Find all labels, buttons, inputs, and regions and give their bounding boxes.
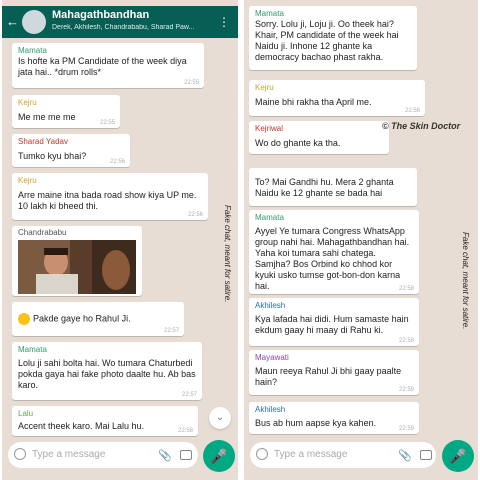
watermark-logo: © The Skin Doctor: [382, 121, 461, 131]
message-time: 22:58: [398, 338, 414, 344]
message-bubble: Kejriwal Wo do ghante ka tha.: [249, 121, 389, 154]
camera-icon[interactable]: [180, 450, 192, 460]
message-text: Accent theek karo. Mai Lalu hu.: [18, 421, 145, 431]
message-text: Bus ab hum aapse kya kahen.: [255, 418, 377, 428]
message-time: 22:56: [404, 108, 420, 114]
avatar[interactable]: [22, 10, 46, 34]
message-time: 22:56: [109, 159, 125, 165]
message-sender: Kejru: [255, 83, 274, 92]
message-sender: Sharad Yadav: [18, 137, 68, 146]
message-sender: Mamata: [18, 46, 47, 55]
message-time: 22:57: [163, 328, 179, 334]
message-sender: Kejru: [18, 176, 37, 185]
message-time: 22:56: [187, 212, 203, 218]
message-input[interactable]: Type a message 📎: [8, 442, 198, 468]
laughing-face-icon: [18, 313, 30, 325]
shared-photo[interactable]: [18, 240, 136, 294]
mic-button[interactable]: 🎤: [203, 440, 235, 472]
message-bubble: Sharad Yadav Tumko kyu bhai? 22:56: [12, 134, 130, 167]
message-placeholder: Type a message: [274, 449, 348, 460]
microphone-icon: 🎤: [210, 448, 228, 464]
menu-icon[interactable]: ⋮: [218, 15, 230, 29]
message-text: Maun reeya Rahul Ji bhi gaay paalte hain…: [255, 366, 402, 387]
message-time: 22:58: [398, 286, 414, 292]
message-text: Is hofte ka PM Candidate of the week diy…: [18, 56, 187, 77]
message-sender: Kejru: [18, 98, 37, 107]
message-text: Maine bhi rakha tha April me.: [255, 97, 372, 107]
scroll-down-button[interactable]: ⌄: [209, 407, 231, 429]
message-text: To? Mai Gandhi hu. Mera 2 ghanta Naidu k…: [255, 177, 394, 198]
message-time: 22:55: [183, 80, 199, 86]
message-text: Wo do ghante ka tha.: [255, 138, 341, 148]
message-sender: Mamata: [255, 9, 284, 18]
message-bubble: Mamata Sorry. Lolu ji, Loju ji. Oo theek…: [249, 6, 417, 70]
message-text: Sorry. Lolu ji, Loju ji. Oo theek hai? K…: [255, 19, 399, 62]
message-time: 22:57: [181, 392, 197, 398]
message-text: Ayyel Ye tumara Congress WhatsApp group …: [255, 226, 410, 291]
message-bubble: Kejru Arre maine itna bada road show kiy…: [12, 173, 208, 220]
message-text: Tumko kyu bhai?: [18, 151, 87, 161]
message-sender: Kejriwal: [255, 124, 284, 133]
smiley-icon[interactable]: [14, 448, 26, 460]
message-text: Arre maine itna bada road show kiya UP m…: [18, 190, 197, 211]
paperclip-icon[interactable]: 📎: [158, 449, 172, 462]
paperclip-icon[interactable]: 📎: [398, 449, 412, 462]
message-time: 22:55: [99, 120, 115, 126]
message-text: Kya lafada hai didi. Hum samaste hain ek…: [255, 314, 409, 335]
right-chat-panel: Mamata Sorry. Lolu ji, Loju ji. Oo theek…: [244, 0, 478, 480]
message-sender: Akhilesh: [255, 301, 286, 310]
message-sender: Chandrababu: [18, 228, 67, 237]
microphone-icon: 🎤: [449, 448, 467, 464]
message-text: Lolu ji sahi bolta hai. Wo tumara Chatur…: [18, 358, 196, 390]
satire-watermark: Fake chat, meant for satire.: [461, 232, 470, 330]
left-chat-panel: ← Mahagathbandhan Derek, Akhilesh, Chand…: [2, 0, 238, 480]
shared-photo-image: [18, 240, 136, 294]
message-bubble: Akhilesh Bus ab hum aapse kya kahen. 22:…: [249, 402, 419, 434]
back-arrow-icon[interactable]: ←: [6, 14, 19, 29]
message-sender: Mamata: [255, 213, 284, 222]
message-bubble: Mamata Ayyel Ye tumara Congress WhatsApp…: [249, 210, 419, 294]
message-sender: Akhilesh: [255, 405, 286, 414]
message-bubble: To? Mai Gandhi hu. Mera 2 ghanta Naidu k…: [249, 168, 417, 206]
message-sender: Mayawati: [255, 353, 289, 362]
message-bubble: Kejru Maine bhi rakha tha April me. 22:5…: [249, 80, 425, 116]
message-time: 22:59: [398, 426, 414, 432]
satire-watermark: Fake chat, meant for satire.: [223, 205, 232, 303]
message-time: 22:59: [398, 387, 414, 393]
message-time: 22:58: [177, 428, 193, 434]
message-placeholder: Type a message: [32, 449, 106, 460]
message-row: Pakde gaye ho Rahul Ji.: [18, 313, 178, 325]
message-bubble: Pakde gaye ho Rahul Ji. 22:57: [12, 302, 184, 336]
image-message[interactable]: Chandrababu: [12, 226, 142, 296]
message-bubble: Mayawati Maun reeya Rahul Ji bhi gaay pa…: [249, 350, 419, 395]
chat-header[interactable]: ← Mahagathbandhan Derek, Akhilesh, Chand…: [2, 6, 238, 38]
camera-icon[interactable]: [420, 450, 432, 460]
message-input[interactable]: Type a message 📎: [250, 442, 436, 468]
message-bubble: Lalu Accent theek karo. Mai Lalu hu. 22:…: [12, 406, 198, 436]
message-sender: Lalu: [18, 409, 34, 418]
message-bubble: Akhilesh Kya lafada hai didi. Hum samast…: [249, 298, 419, 346]
message-bubble: Kejru Me me me me 22:55: [12, 95, 120, 128]
group-members: Derek, Akhilesh, Chandrababu, Sharad Paw…: [52, 24, 195, 31]
mic-button[interactable]: 🎤: [442, 440, 474, 472]
message-text: Pakde gaye ho Rahul Ji.: [33, 313, 131, 324]
message-sender: Mamata: [18, 345, 47, 354]
message-bubble: Mamata Lolu ji sahi bolta hai. Wo tumara…: [12, 342, 202, 400]
group-title: Mahagathbandhan: [52, 9, 150, 21]
smiley-icon[interactable]: [256, 448, 268, 460]
message-bubble: Mamata Is hofte ka PM Candidate of the w…: [12, 43, 204, 88]
